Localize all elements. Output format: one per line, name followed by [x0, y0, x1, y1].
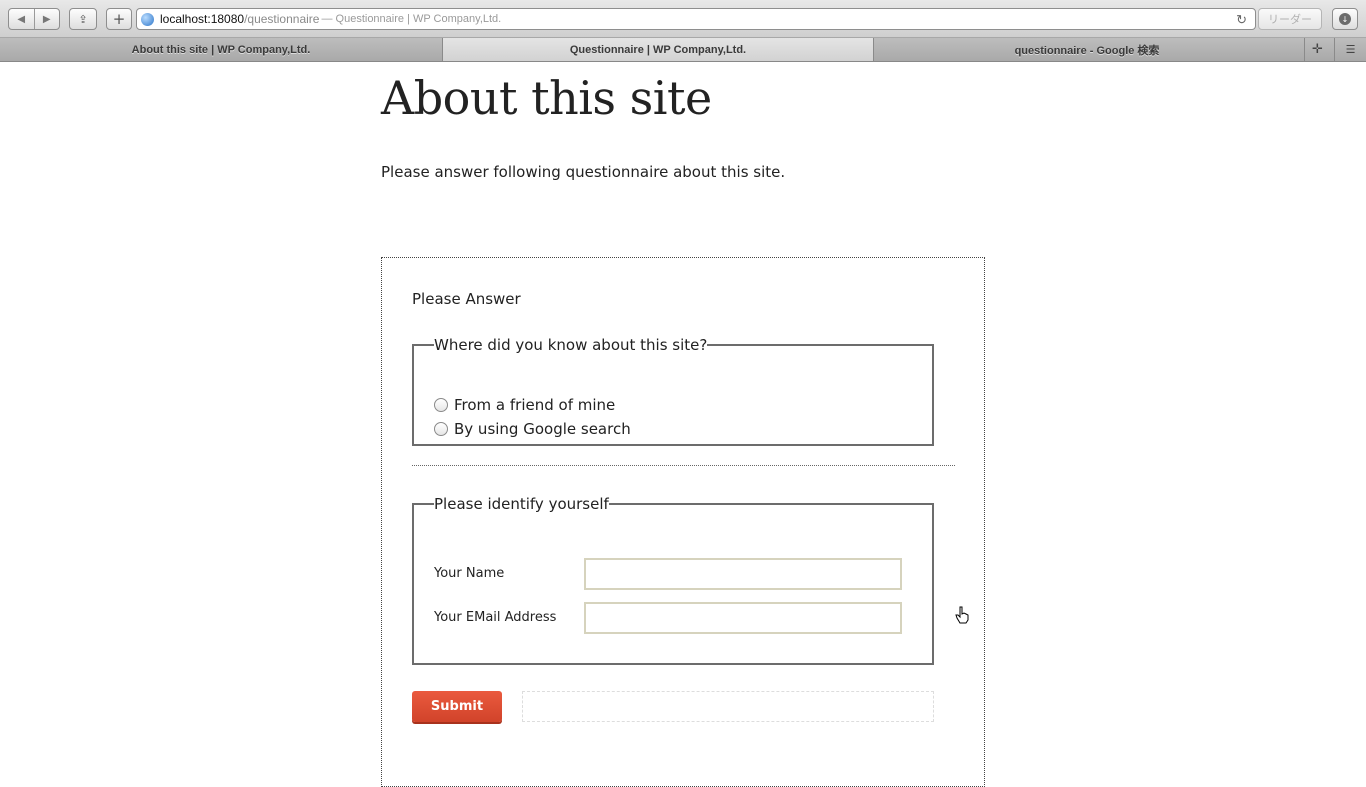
- name-label: Your Name: [434, 566, 505, 581]
- response-area: [522, 691, 934, 722]
- url-page-title: — Questionnaire | WP Company,Ltd.: [321, 13, 502, 25]
- tab-questionnaire[interactable]: Questionnaire | WP Company,Ltd.: [442, 38, 874, 61]
- reload-icon[interactable]: ↻: [1236, 12, 1247, 28]
- new-tab-icon[interactable]: ✛: [1304, 38, 1330, 61]
- source-legend: Where did you know about this site?: [434, 336, 708, 354]
- radio-option-google[interactable]: By using Google search: [434, 420, 631, 438]
- identity-fieldset: Please identify yourself Your Name Your …: [412, 495, 934, 665]
- section-divider: [412, 465, 955, 466]
- add-bookmark-icon[interactable]: +: [106, 8, 132, 30]
- page-title: About this site: [381, 71, 712, 125]
- address-bar[interactable]: localhost:18080 /questionnaire — Questio…: [136, 8, 1256, 30]
- reader-button[interactable]: リーダー: [1258, 8, 1322, 30]
- tab-overview-icon[interactable]: ☰: [1334, 38, 1366, 61]
- submit-button[interactable]: Submit: [412, 691, 502, 722]
- radio-button[interactable]: [434, 398, 448, 412]
- source-fieldset: Where did you know about this site? From…: [412, 336, 934, 446]
- browser-toolbar: ◀ ▶ ⇪ + localhost:18080 /questionnaire —…: [0, 0, 1366, 38]
- tab-bar: About this site | WP Company,Ltd. Questi…: [0, 38, 1366, 62]
- identity-legend: Please identify yourself: [434, 495, 609, 513]
- globe-icon: [141, 12, 154, 26]
- radio-button[interactable]: [434, 422, 448, 436]
- nav-buttons: ◀ ▶: [8, 8, 60, 30]
- email-input[interactable]: [584, 602, 902, 634]
- forward-arrow-icon[interactable]: ▶: [35, 9, 60, 29]
- hand-cursor-icon: [955, 606, 969, 624]
- radio-label: From a friend of mine: [454, 396, 616, 414]
- back-arrow-icon[interactable]: ◀: [9, 9, 35, 29]
- share-icon[interactable]: ⇪: [69, 8, 97, 30]
- url-path: /questionnaire: [244, 12, 320, 26]
- tab-google-search[interactable]: questionnaire - Google 検索: [874, 38, 1300, 61]
- download-icon: ↓: [1339, 13, 1351, 25]
- tab-about[interactable]: About this site | WP Company,Ltd.: [0, 38, 442, 61]
- radio-label: By using Google search: [454, 420, 631, 438]
- email-label: Your EMail Address: [434, 610, 557, 625]
- intro-text: Please answer following questionnaire ab…: [381, 163, 786, 181]
- download-button[interactable]: ↓: [1332, 8, 1358, 30]
- name-input[interactable]: [584, 558, 902, 590]
- radio-option-friend[interactable]: From a friend of mine: [434, 396, 615, 414]
- form-title: Please Answer: [412, 290, 521, 308]
- url-host: localhost:18080: [160, 12, 245, 26]
